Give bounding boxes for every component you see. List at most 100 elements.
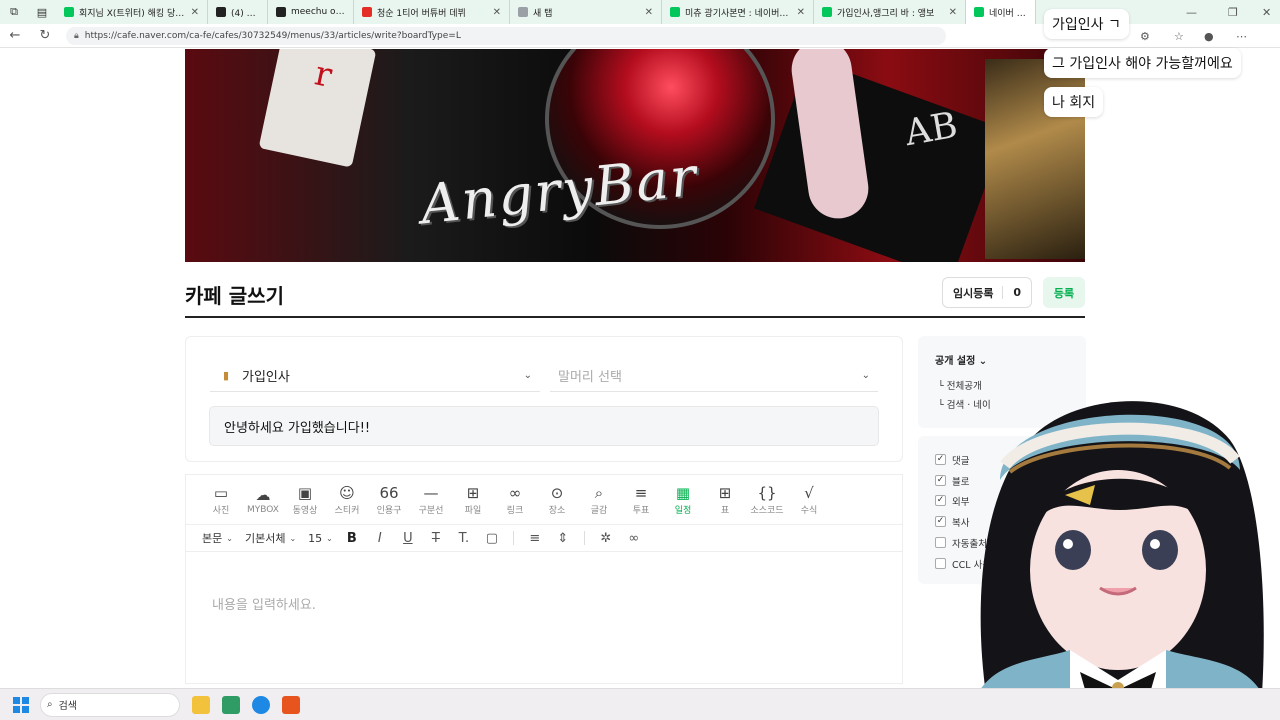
checkbox[interactable]: ✓ [935,475,946,486]
app-icon[interactable] [222,695,240,714]
register-button[interactable]: 등록 [1043,277,1085,308]
divider [185,316,1085,318]
smiley-icon: ☺ [339,484,355,502]
windows-start-icon[interactable] [13,697,29,713]
minimize-icon[interactable]: — [1186,0,1197,24]
profile-icon[interactable]: ● [1204,24,1214,48]
quote-button[interactable]: 66 인용구 [368,483,410,516]
restore-icon[interactable]: ❐ [1228,0,1238,24]
line-height-icon[interactable]: ⇕ [556,531,570,546]
browser-tab[interactable]: (4) 회지 [208,0,268,24]
workspaces-icon[interactable]: ⧉ [0,0,28,24]
photo-icon: ▭ [213,484,229,502]
browser-tab[interactable]: 가입인사,앵그리 바 : 앵보 ✕ [814,0,966,24]
extensions-icon[interactable]: ⚙ [1140,24,1150,48]
close-icon[interactable]: ✕ [493,7,501,18]
url-field[interactable]: 🔒︎ https://cafe.naver.com/ca-fe/cafes/307… [66,26,946,45]
tool-label: 사진 [212,506,230,516]
temp-save-label: 임시등록 [953,286,994,300]
source-code-button[interactable]: {} 소스코드 [746,483,788,516]
tool-label: 스티커 [334,506,360,516]
tab-title: 네이버 카페 [989,8,1027,19]
tab-favicon [362,7,372,17]
file-explorer-icon[interactable] [192,695,210,714]
checkbox[interactable]: ✓ [935,454,946,465]
text-color-icon[interactable]: T. [457,531,471,546]
app-icon[interactable] [282,695,300,714]
browser-tab[interactable]: 회지님 X(트위터) 해킹 당하셨는 ✕ [56,0,208,24]
divider-button[interactable]: — 구분선 [410,483,452,516]
strikethrough-icon[interactable]: T [429,531,443,546]
place-button[interactable]: ⊙ 장소 [536,483,578,516]
prefix-select[interactable]: 말머리 선택 ⌄ [550,360,878,392]
table-button[interactable]: ⊞ 표 [704,483,746,516]
tab-actions-icon[interactable]: ▤ [28,0,56,24]
browser-tab-active[interactable]: 네이버 카페 [966,0,1036,24]
board-select-value: 가입인사 [242,370,290,385]
subject-text: 안녕하세요 가입했습니다!! [224,420,371,436]
material-button[interactable]: ⌕ 글감 [578,483,620,516]
taskbar-search[interactable]: ⌕ 검색 [40,692,180,717]
italic-icon[interactable]: I [373,531,387,546]
refresh-icon[interactable]: ↻ [30,28,60,43]
menu-icon[interactable]: ⋯ [1236,24,1247,48]
temp-save-count: 0 [1002,286,1021,299]
back-icon[interactable]: ← [0,28,30,43]
tool-label: 투표 [632,506,650,516]
browser-tab[interactable]: 미츄 광기사본면 : 네이버 검색 ✕ [662,0,814,24]
browser-tab[interactable]: 새 탭 ✕ [510,0,662,24]
cafe-banner: r AngryBar AB [185,49,1085,262]
bold-icon[interactable]: B [345,531,359,546]
align-icon[interactable]: ≡ [528,531,542,546]
tool-label: MYBOX [247,504,279,515]
sticker-button[interactable]: ☺ 스티커 [326,483,368,516]
tab-favicon [64,7,74,17]
tool-label: 동영상 [292,506,318,516]
temp-save-button[interactable]: 임시등록 0 [942,277,1032,308]
special-char-icon[interactable]: ✲ [599,531,613,546]
tab-title: 가입인사,앵그리 바 : 앵보 [837,8,935,19]
tab-title: 새 탭 [533,8,553,19]
edge-browser-icon[interactable] [252,695,270,714]
checkbox[interactable]: ✓ [935,516,946,527]
schedule-button[interactable]: ▦ 일정 [662,483,704,516]
paragraph-style-select[interactable]: 본문 ⌄ [202,530,233,546]
subject-input[interactable]: 안녕하세요 가입했습니다!! [209,406,879,446]
tool-label: 표 [720,506,730,516]
underline-icon[interactable]: U [401,531,415,546]
video-button[interactable]: ▣ 동영상 [284,483,326,516]
window-close-icon[interactable]: ✕ [1262,0,1271,24]
close-icon[interactable]: ✕ [645,7,653,18]
font-size-select[interactable]: 15 ⌄ [308,532,333,545]
prefix-select-placeholder: 말머리 선택 [558,370,622,385]
browser-tab[interactable]: 청순 1티어 버튜버 데뷔 ✕ [354,0,510,24]
banner-shape [753,57,1007,262]
text-background-icon[interactable]: ▢ [485,531,499,546]
close-icon[interactable]: ✕ [191,7,199,18]
editor-body[interactable]: 내용을 입력하세요. [185,552,903,684]
tool-label: 글감 [590,506,608,516]
tool-label: 수식 [800,506,818,516]
chevron-down-icon: ⌄ [523,370,532,381]
photo-button[interactable]: ▭ 사진 [200,483,242,516]
close-icon[interactable]: ✕ [949,7,957,18]
checkbox[interactable] [935,537,946,548]
chat-bubble: 나 회지 [1044,87,1104,117]
mybox-button[interactable]: ☁ MYBOX [242,485,284,515]
vote-button[interactable]: ≡ 투표 [620,483,662,516]
close-icon[interactable]: ✕ [797,7,805,18]
favorites-icon[interactable]: ☆ [1174,24,1184,48]
formula-button[interactable]: √ 수식 [788,483,830,516]
file-button[interactable]: ⊞ 파일 [452,483,494,516]
cloud-icon: ☁ [255,485,271,504]
board-select[interactable]: ▮ 가입인사 ⌄ [210,360,540,392]
font-select[interactable]: 기본서체 ⌄ [245,530,296,546]
link-button[interactable]: ∞ 링크 [494,483,536,516]
checkbox[interactable]: ✓ [935,495,946,506]
page-title: 카페 글쓰기 [185,284,284,308]
browser-tab[interactable]: meechu on X: " [268,0,354,24]
checkbox[interactable] [935,558,946,569]
link-icon[interactable]: ∞ [627,531,641,546]
tool-label: 인용구 [376,506,402,516]
taskbar: ⌕ 검색 [0,688,1280,720]
